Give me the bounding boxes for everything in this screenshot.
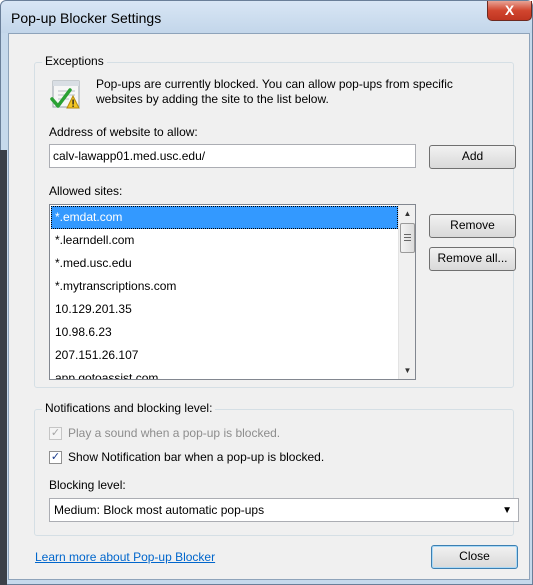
show-notification-bar-checkbox[interactable]: ✓ bbox=[49, 451, 62, 464]
background-window-edge bbox=[0, 150, 7, 585]
list-item[interactable]: *.mytranscriptions.com bbox=[51, 275, 398, 298]
notifications-legend: Notifications and blocking level: bbox=[42, 401, 216, 415]
scroll-thumb[interactable] bbox=[400, 223, 415, 253]
list-item[interactable]: *.learndell.com bbox=[51, 229, 398, 252]
exceptions-legend: Exceptions bbox=[42, 54, 107, 68]
add-button[interactable]: Add bbox=[429, 145, 516, 169]
remove-button[interactable]: Remove bbox=[429, 214, 516, 238]
chevron-down-icon: ▼ bbox=[502, 505, 512, 516]
show-notification-bar-label: Show Notification bar when a pop-up is b… bbox=[68, 450, 325, 464]
play-sound-checkbox[interactable]: ✓ bbox=[49, 427, 62, 440]
close-window-button[interactable]: X bbox=[487, 1, 532, 21]
exceptions-info-text: Pop-ups are currently blocked. You can a… bbox=[96, 77, 453, 106]
remove-all-button[interactable]: Remove all... bbox=[429, 247, 516, 271]
scroll-up-arrow-icon[interactable]: ▲ bbox=[399, 205, 415, 222]
close-icon: X bbox=[504, 2, 515, 18]
blocking-level-select[interactable]: Medium: Block most automatic pop-ups ▼ bbox=[49, 498, 519, 522]
list-item[interactable]: 207.151.26.107 bbox=[51, 344, 398, 367]
play-sound-label: Play a sound when a pop-up is blocked. bbox=[68, 426, 281, 440]
settings-check-icon bbox=[49, 78, 83, 112]
title-bar[interactable]: Pop-up Blocker Settings bbox=[1, 1, 532, 33]
address-label: Address of website to allow: bbox=[49, 125, 198, 139]
list-item[interactable]: *.emdat.com bbox=[51, 206, 398, 229]
list-item[interactable]: 10.98.6.23 bbox=[51, 321, 398, 344]
scroll-down-arrow-icon[interactable]: ▼ bbox=[399, 362, 415, 379]
list-item[interactable]: app.gotoassist.com bbox=[51, 367, 398, 379]
blocking-level-label: Blocking level: bbox=[49, 478, 126, 492]
dialog-client-area: Exceptions Pop-ups are currently blocked… bbox=[8, 33, 530, 580]
allowed-sites-label: Allowed sites: bbox=[49, 184, 123, 198]
allowed-sites-list[interactable]: *.emdat.com *.learndell.com *.med.usc.edu *… bbox=[49, 204, 416, 380]
close-button[interactable]: Close bbox=[431, 545, 518, 569]
allowed-sites-items: *.emdat.com *.learndell.com *.med.usc.edu *… bbox=[51, 206, 398, 379]
blocking-level-value: Medium: Block most automatic pop-ups bbox=[54, 503, 265, 517]
learn-more-link[interactable]: Learn more about Pop-up Blocker bbox=[35, 550, 215, 564]
list-item[interactable]: 10.129.201.35 bbox=[51, 298, 398, 321]
list-item[interactable]: *.med.usc.edu bbox=[51, 252, 398, 275]
list-scrollbar[interactable]: ▲ ▼ bbox=[398, 205, 415, 379]
address-input[interactable]: calv-lawapp01.med.usc.edu/ bbox=[49, 144, 416, 168]
window-title: Pop-up Blocker Settings bbox=[11, 10, 162, 26]
